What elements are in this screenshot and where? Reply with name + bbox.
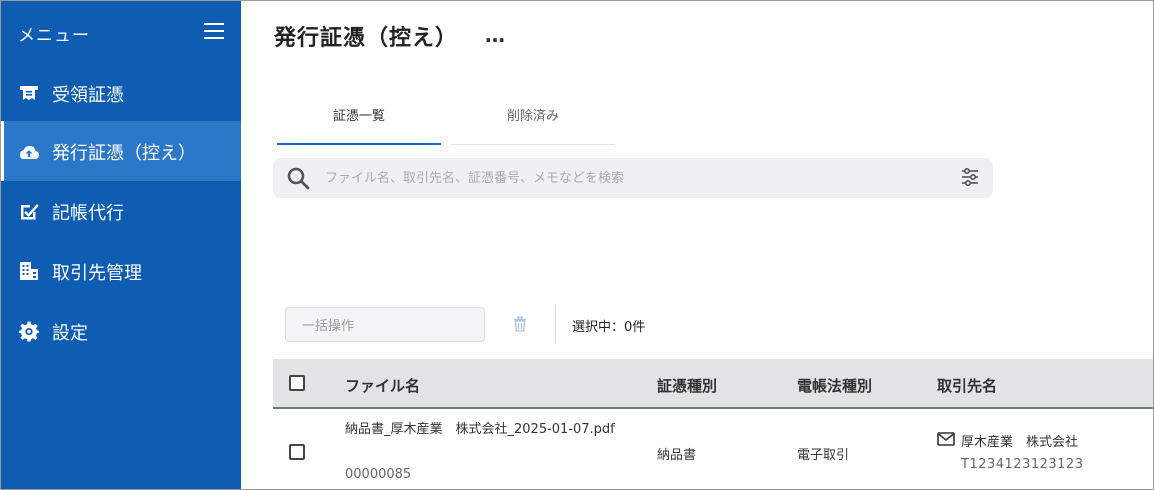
upload-cloud-icon — [20, 146, 39, 159]
building-icon — [20, 262, 38, 280]
column-header-law-type[interactable]: 電帳法種別 — [797, 375, 872, 396]
search-bar — [273, 158, 993, 198]
table-header: ファイル名 証憑種別 電帳法種別 取引先名 — [273, 359, 1153, 409]
sidebar-item-label: 受領証憑 — [52, 85, 124, 106]
hamburger-menu-icon[interactable] — [204, 23, 224, 39]
tab-label: 削除済み — [506, 109, 559, 124]
sidebar-item-label: 発行証憑（控え） — [52, 143, 196, 164]
page-title: 発行証憑（控え） — [274, 26, 459, 51]
select-all-checkbox[interactable] — [289, 375, 305, 391]
sidebar-item-bookkeeping[interactable]: 記帳代行 — [1, 181, 241, 241]
search-icon — [287, 167, 310, 190]
more-options-button[interactable]: … — [485, 23, 506, 47]
tab-label: 証憑一覧 — [332, 109, 385, 124]
app-window: メニュー 受領証憑 発行証憑（控え） 記帳代行 取引先管理 設定 発行証憑（控え… — [0, 0, 1154, 490]
sidebar-item-settings[interactable]: 設定 — [1, 301, 241, 361]
sidebar-item-label: 取引先管理 — [52, 263, 142, 284]
toolbar-divider — [555, 305, 556, 343]
sidebar-item-label: 記帳代行 — [52, 203, 124, 224]
table-row[interactable]: 納品書_厚木産業 株式会社_2025-01-07.pdf 00000085 納品… — [273, 409, 1153, 489]
row-voucher-type: 納品書 — [657, 448, 697, 463]
sidebar-item-received-vouchers[interactable]: 受領証憑 — [1, 63, 241, 123]
bulk-action-button[interactable]: 一括操作 — [285, 307, 485, 342]
sidebar-item-issued-vouchers[interactable]: 発行証憑（控え） — [1, 121, 241, 181]
receipt-icon — [20, 86, 38, 100]
sidebar-item-label: 設定 — [52, 323, 88, 344]
search-input[interactable] — [325, 166, 925, 190]
row-filename[interactable]: 納品書_厚木産業 株式会社_2025-01-07.pdf — [345, 420, 645, 440]
tab-voucher-list[interactable]: 証憑一覧 — [277, 91, 441, 145]
sidebar-title: メニュー — [18, 26, 90, 46]
selection-count: 選択中：0件 — [572, 320, 646, 335]
gear-icon — [19, 321, 39, 342]
column-header-partner[interactable]: 取引先名 — [937, 375, 997, 396]
sidebar-header: メニュー — [1, 1, 241, 63]
mail-icon — [937, 432, 955, 446]
column-header-filename[interactable]: ファイル名 — [345, 375, 420, 396]
edit-check-icon — [21, 204, 39, 220]
column-header-voucher-type[interactable]: 証憑種別 — [657, 375, 717, 396]
row-partner-name: 厚木産業 株式会社 — [961, 435, 1079, 450]
tab-deleted[interactable]: 削除済み — [451, 91, 615, 145]
row-law-type: 電子取引 — [797, 448, 850, 463]
sidebar: メニュー 受領証憑 発行証憑（控え） 記帳代行 取引先管理 設定 — [1, 1, 241, 489]
row-partner-registration-number: T1234123123123 — [961, 457, 1084, 472]
filter-settings-icon[interactable] — [959, 166, 981, 188]
row-voucher-id: 00000085 — [345, 467, 412, 482]
sidebar-item-partners[interactable]: 取引先管理 — [1, 241, 241, 301]
trash-icon[interactable] — [511, 315, 529, 333]
row-checkbox[interactable] — [289, 444, 305, 460]
